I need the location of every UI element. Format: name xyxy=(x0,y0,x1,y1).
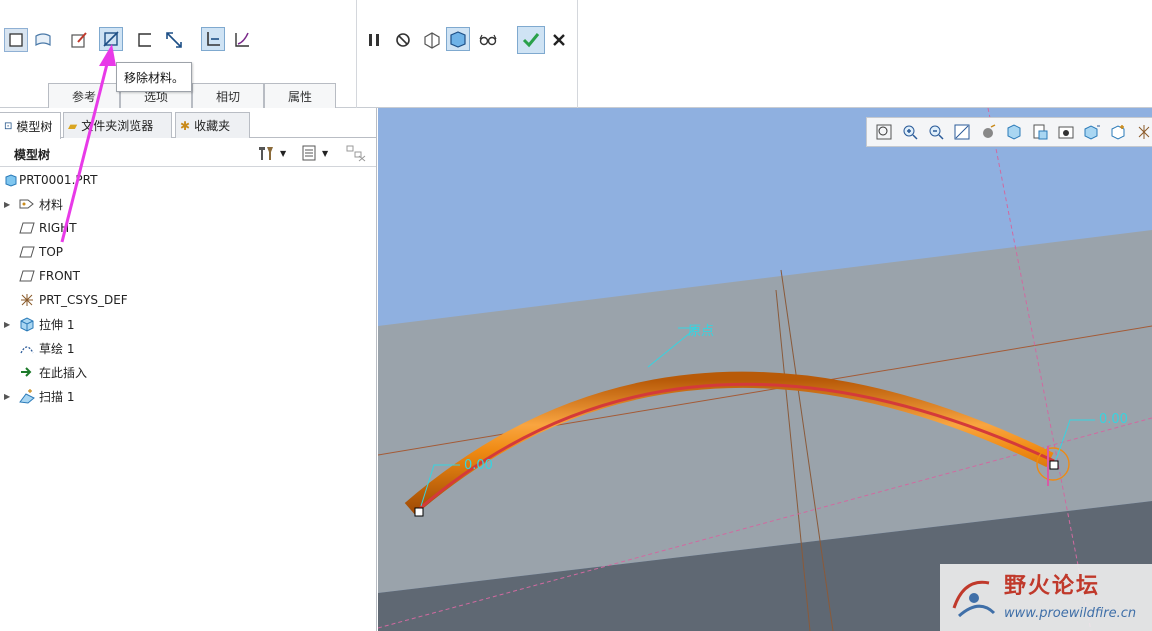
glasses-icon[interactable] xyxy=(476,28,500,52)
extrude-icon xyxy=(18,316,36,332)
insert-here-icon xyxy=(18,364,36,380)
ribbon-divider xyxy=(577,0,578,108)
constant-section-button[interactable] xyxy=(201,27,225,51)
tree-settings-button[interactable]: ▼ xyxy=(256,143,286,163)
tree-filter-button[interactable] xyxy=(345,143,367,163)
model-tree-panel: ⊡ 模型树 ▰ 文件夹浏览器 ✱ 收藏夹 模型树 ▼ ▼ PRT0001.PRT… xyxy=(0,108,377,631)
surface-button[interactable] xyxy=(31,28,55,52)
tree-header: 模型树 ▼ ▼ xyxy=(0,139,376,167)
thicken-button[interactable] xyxy=(133,28,157,52)
tree-item-material[interactable]: ▶ 材料 xyxy=(0,192,376,216)
end-point-handle[interactable] xyxy=(1049,460,1059,470)
tab-model-tree[interactable]: ⊡ 模型树 xyxy=(0,112,61,139)
origin-label: 原点 xyxy=(688,324,715,339)
solid-button[interactable] xyxy=(4,28,28,52)
logo-icon xyxy=(952,580,996,618)
tree-display-button[interactable]: ▼ xyxy=(300,143,328,163)
datum-plane-icon xyxy=(18,220,36,236)
tree-item-insert-here[interactable]: 在此插入 xyxy=(0,360,376,384)
tab-properties[interactable]: 属性 xyxy=(264,83,336,108)
favorites-icon: ✱ xyxy=(180,118,191,133)
sweep-icon xyxy=(18,388,36,404)
tooltip: 移除材料。 xyxy=(116,62,192,92)
tree-item-extrude[interactable]: ▶ 拉伸 1 xyxy=(0,312,376,336)
tools-icon xyxy=(259,147,273,160)
datum-plane-icon xyxy=(18,268,36,284)
part-icon xyxy=(2,172,20,188)
tree-item-top[interactable]: TOP xyxy=(0,240,376,264)
filter-icon xyxy=(346,145,366,162)
annotation-display-icon[interactable] xyxy=(1133,122,1152,143)
zoom-out-icon[interactable] xyxy=(925,122,946,143)
saved-views-icon[interactable] xyxy=(1029,122,1050,143)
tab-folder-browser[interactable]: ▰ 文件夹浏览器 xyxy=(63,112,172,138)
start-point-handle[interactable] xyxy=(414,507,424,517)
pause-button[interactable] xyxy=(362,28,386,52)
separate-preview-button[interactable] xyxy=(420,28,444,52)
tree-item-csys[interactable]: PRT_CSYS_DEF xyxy=(0,288,376,312)
tree-item-part[interactable]: PRT0001.PRT xyxy=(0,168,376,192)
panel-tabs: ⊡ 模型树 ▰ 文件夹浏览器 ✱ 收藏夹 xyxy=(0,112,377,139)
model-scene xyxy=(378,108,1152,631)
chevron-down-icon: ▼ xyxy=(280,148,287,158)
graphics-window[interactable]: 原点 0.00 0.00 xyxy=(378,108,1152,631)
expand-arrow-icon[interactable]: ▶ xyxy=(4,392,12,401)
watermark: 野火论坛 www.proewildfire.cn xyxy=(940,564,1152,631)
tree-item-sketch[interactable]: 草绘 1 xyxy=(0,336,376,360)
ribbon-divider xyxy=(356,0,357,108)
chevron-down-icon: ▼ xyxy=(322,148,329,158)
zoom-in-icon[interactable] xyxy=(899,122,920,143)
list-icon xyxy=(302,145,316,161)
display-style-icon[interactable] xyxy=(1003,122,1024,143)
tab-references[interactable]: 参考 xyxy=(48,83,120,108)
end-value-label[interactable]: 0.00 xyxy=(1099,412,1128,427)
graphics-toolbar xyxy=(866,117,1152,147)
refit-icon[interactable] xyxy=(873,122,894,143)
sketch-edit-button[interactable] xyxy=(67,28,91,52)
tree-item-front[interactable]: FRONT xyxy=(0,264,376,288)
tree-item-sweep[interactable]: ▶ 扫描 1 xyxy=(0,384,376,408)
sketch-icon xyxy=(18,340,36,356)
tab-tangency[interactable]: 相切 xyxy=(192,83,264,108)
datum-plane-icon xyxy=(18,244,36,260)
confirm-check-button[interactable] xyxy=(517,26,545,54)
expand-arrow-icon[interactable]: ▶ xyxy=(4,320,12,329)
remove-material-button[interactable] xyxy=(99,27,123,51)
tab-favorites[interactable]: ✱ 收藏夹 xyxy=(175,112,250,138)
tree-icon: ⊡ xyxy=(4,120,13,132)
material-icon xyxy=(18,196,36,212)
verify-preview-button[interactable] xyxy=(446,27,470,51)
folder-icon: ▰ xyxy=(68,118,78,133)
flip-direction-button[interactable] xyxy=(162,28,186,52)
orient-icon[interactable] xyxy=(1081,122,1102,143)
csys-icon xyxy=(18,292,36,308)
no-preview-button[interactable] xyxy=(391,28,415,52)
start-value-label[interactable]: 0.00 xyxy=(464,458,493,473)
repaint-icon[interactable] xyxy=(951,122,972,143)
datum-display-icon[interactable] xyxy=(1107,122,1128,143)
tree-item-right[interactable]: RIGHT xyxy=(0,216,376,240)
view-manager-icon[interactable] xyxy=(1055,122,1076,143)
shading-icon[interactable] xyxy=(977,122,998,143)
tree-title: 模型树 xyxy=(14,148,51,162)
cancel-button[interactable] xyxy=(547,28,571,52)
variable-section-button[interactable] xyxy=(230,28,254,52)
expand-arrow-icon[interactable]: ▶ xyxy=(4,200,12,209)
